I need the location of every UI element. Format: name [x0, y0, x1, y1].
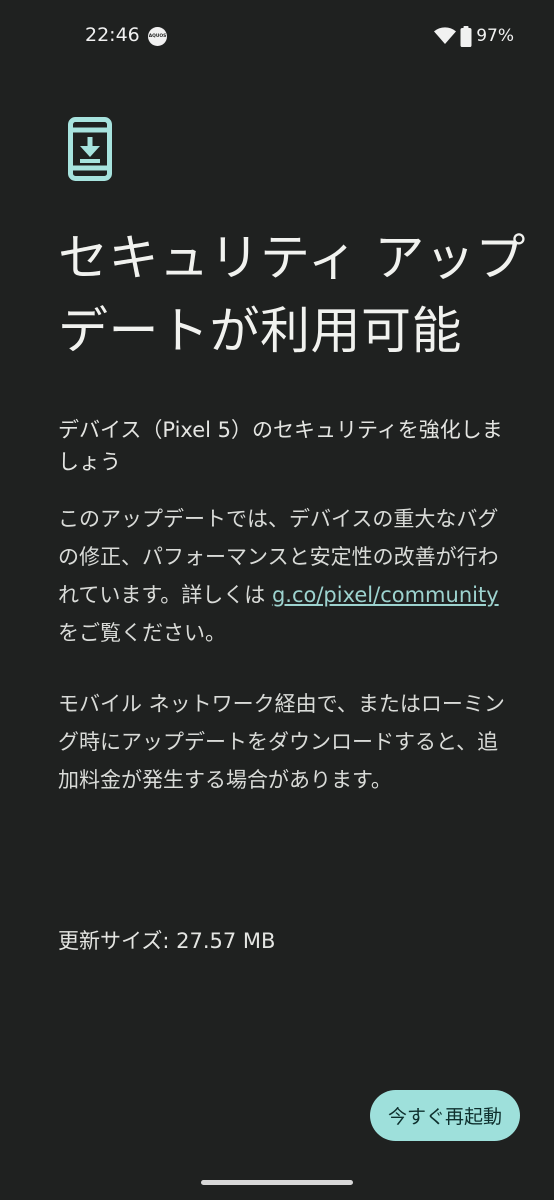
page-title: セキュリティ アップデートが利用可能 — [58, 229, 526, 360]
restart-now-button[interactable]: 今すぐ再起動 — [369, 1090, 520, 1141]
navigation-handle[interactable] — [201, 1180, 353, 1185]
phone-download-icon — [68, 117, 112, 181]
description-suffix: をご覧ください。 — [58, 621, 226, 645]
battery-percent: 97% — [476, 26, 514, 46]
wifi-icon — [434, 27, 457, 44]
status-bar: 22:46 AQUOS 97% — [0, 0, 554, 74]
status-icons: 97% — [434, 22, 514, 50]
aquos-badge-icon: AQUOS — [148, 27, 167, 46]
status-time: 22:46 — [85, 24, 140, 46]
update-description: このアップデートでは、デバイスの重大なバグの修正、パフォーマンスと安定性の改善が… — [58, 500, 508, 652]
battery-icon — [460, 25, 472, 47]
community-link[interactable]: g.co/pixel/community — [272, 583, 499, 607]
update-size: 更新サイズ: 27.57 MB — [58, 929, 276, 953]
device-subtitle: デバイス（Pixel 5）のセキュリティを強化しましょう — [58, 418, 503, 474]
mobile-data-warning: モバイル ネットワーク経由で、またはローミング時にアップデートをダウンロードする… — [58, 692, 505, 792]
